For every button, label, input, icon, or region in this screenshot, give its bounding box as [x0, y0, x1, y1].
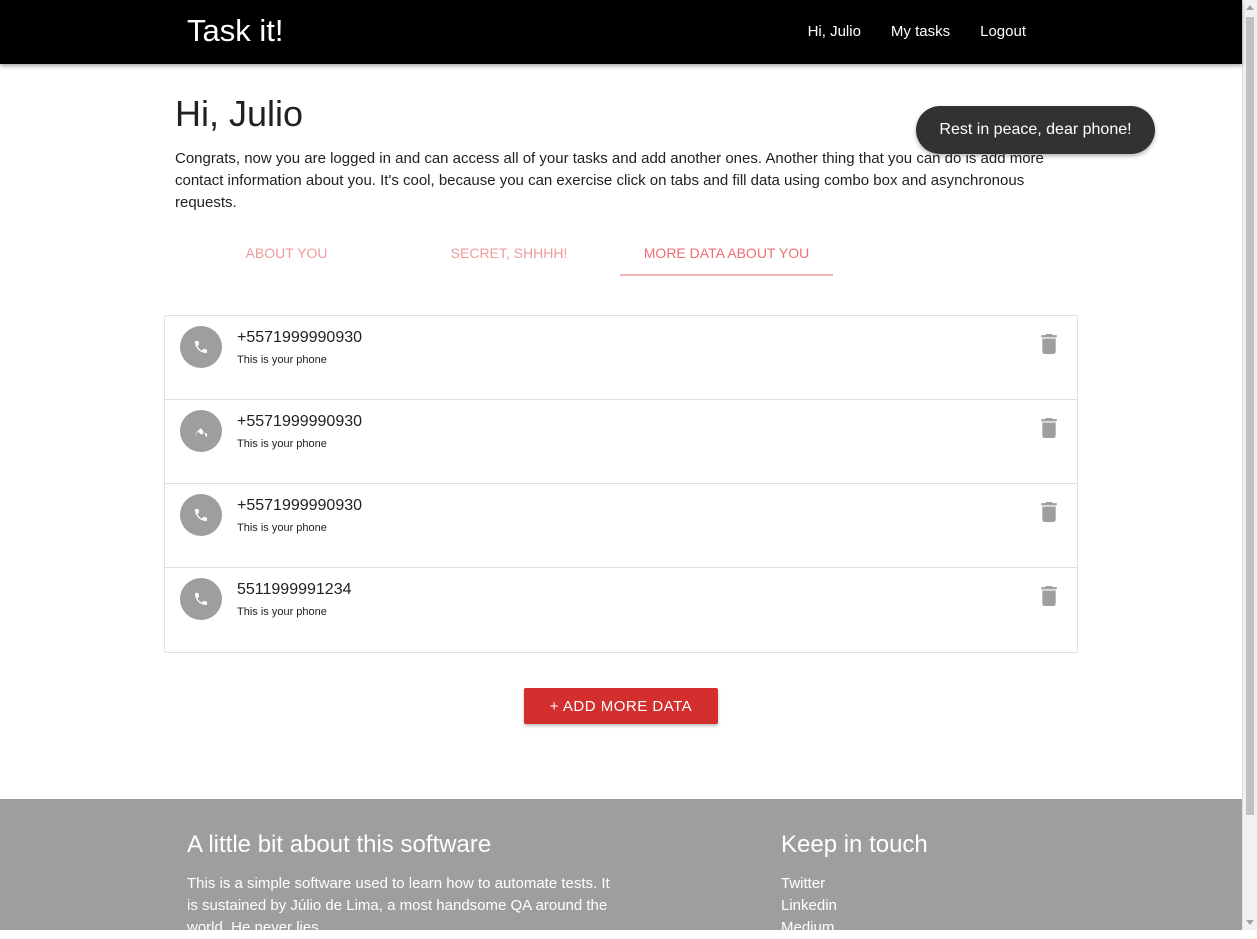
brand-logo[interactable]: Task it! [187, 12, 283, 50]
scroll-up-arrow-icon[interactable] [1246, 5, 1254, 10]
footer-contact-title: Keep in touch [781, 831, 928, 858]
footer-link-twitter[interactable]: Twitter [781, 873, 825, 895]
page-title: Hi, Julio [175, 93, 304, 134]
tab-more-data[interactable]: More data about you [620, 232, 833, 274]
item-title: +5571999990930 [237, 497, 363, 514]
phone-avatar [180, 326, 222, 368]
list-item: +5571999990930 This is your phone [165, 400, 1077, 484]
page-scrollbar[interactable] [1242, 0, 1257, 930]
scroll-down-arrow-icon[interactable] [1246, 920, 1254, 925]
tab-indicator [620, 274, 833, 276]
intro-text: Congrats, now you are logged in and can … [175, 150, 1044, 211]
item-subtitle: This is your phone [237, 354, 327, 366]
item-subtitle: This is your phone [237, 438, 327, 450]
list-item: 5511999991234 This is your phone [165, 568, 1077, 652]
delete-icon[interactable] [1040, 586, 1058, 606]
phone-avatar [180, 578, 222, 620]
nav-link-my-tasks[interactable]: My tasks [876, 0, 965, 64]
footer-link-linkedin[interactable]: Linkedin [781, 895, 837, 917]
nav-links: Hi, Julio My tasks Logout [793, 0, 1041, 64]
navbar: Task it! Hi, Julio My tasks Logout [0, 0, 1242, 64]
phone-avatar [180, 494, 222, 536]
phone-icon [195, 593, 207, 605]
delete-icon[interactable] [1040, 502, 1058, 522]
item-title: +5571999990930 [237, 329, 363, 346]
add-more-data-button[interactable]: + Add more data [524, 688, 718, 724]
nav-link-logout[interactable]: Logout [965, 0, 1041, 64]
tabs: About you Secret, shhhh! More data about… [175, 232, 1055, 276]
tab-secret[interactable]: Secret, shhhh! [398, 232, 620, 274]
phone-avatar [180, 410, 222, 452]
list-item: +5571999990930 This is your phone [165, 316, 1077, 400]
list-item: +5571999990930 This is your phone [165, 484, 1077, 568]
phone-icon [195, 428, 207, 437]
toast-message: Rest in peace, dear phone! [916, 106, 1155, 154]
item-subtitle: This is your phone [237, 606, 327, 618]
delete-icon[interactable] [1040, 334, 1058, 354]
delete-icon[interactable] [1040, 418, 1058, 438]
item-title: 5511999991234 [237, 581, 352, 598]
footer: A little bit about this software This is… [0, 799, 1242, 936]
nav-link-profile[interactable]: Hi, Julio [793, 0, 876, 64]
phone-icon [195, 509, 207, 521]
item-title: +5571999990930 [237, 413, 363, 430]
contact-list: +5571999990930 This is your phone +55719… [164, 315, 1078, 653]
footer-about-text: This is a simple software used to learn … [187, 875, 610, 936]
footer-link-medium[interactable]: Medium [781, 917, 834, 939]
tab-about-you[interactable]: About you [175, 232, 398, 274]
item-subtitle: This is your phone [237, 522, 327, 534]
scroll-thumb[interactable] [1246, 17, 1254, 815]
phone-icon [195, 341, 207, 353]
footer-about-title: A little bit about this software [187, 831, 492, 858]
